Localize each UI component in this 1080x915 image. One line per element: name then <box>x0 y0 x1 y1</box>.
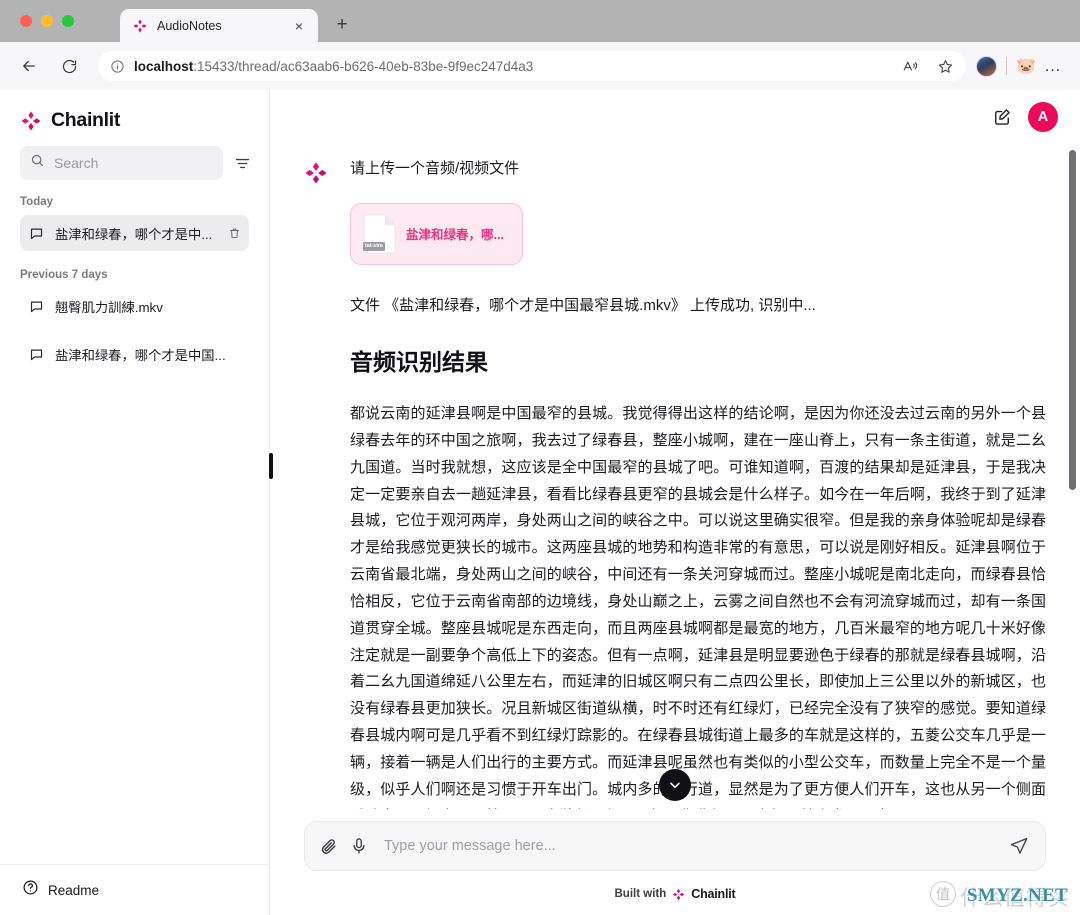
page-scrollbar-thumb[interactable] <box>1069 150 1076 490</box>
tab-title: AudioNotes <box>157 18 222 33</box>
url-path: :15433/thread/ac63aab6-b626-40eb-83be-9f… <box>193 58 534 74</box>
brand-header: Chainlit <box>0 90 269 146</box>
uploaded-file-card[interactable]: tat-stre 盐津和绿春，哪... <box>350 202 523 265</box>
thread-item-active[interactable]: 盐津和绿春，哪个才是中... <box>20 215 249 251</box>
message-composer[interactable] <box>304 821 1046 871</box>
window-traffic-lights <box>20 15 74 27</box>
footer-brand-name: Chainlit <box>691 887 736 901</box>
chat-bubble-icon <box>29 226 44 241</box>
thread-item[interactable]: 翹臀肌力訓練.mkv <box>20 288 249 324</box>
assistant-avatar-icon <box>304 161 328 185</box>
sidebar-resize-handle[interactable] <box>269 453 273 479</box>
thread-group-label: Previous 7 days <box>20 269 108 281</box>
favorite-star-icon[interactable] <box>932 53 958 79</box>
web-page: Chainlit Search Today 盐津和绿春，哪个才是中... Pre… <box>0 90 1080 915</box>
url-host: localhost <box>134 58 194 74</box>
reload-button[interactable] <box>54 51 84 81</box>
read-aloud-icon[interactable] <box>897 53 923 79</box>
browser-tab[interactable]: AudioNotes × <box>120 9 318 42</box>
assistant-message: 请上传一个音频/视频文件 tat-stre 盐津和绿春，哪... 文件 《盐津和… <box>304 158 1046 809</box>
close-window-button[interactable] <box>20 15 32 27</box>
filter-icon[interactable] <box>229 150 255 176</box>
close-tab-button[interactable]: × <box>290 17 308 35</box>
search-input[interactable]: Search <box>20 146 223 180</box>
extension-icon[interactable]: 🐷 <box>1016 56 1036 76</box>
chainlit-logo-icon <box>672 888 685 901</box>
readme-button[interactable]: Readme <box>0 864 269 915</box>
toolbar-right-cluster: 🐷 … <box>976 55 1066 77</box>
assistant-prompt-text: 请上传一个音频/视频文件 <box>350 160 520 177</box>
transcript-text: 都说云南的延津县啊是中国最窄的县城。我觉得得出这样的结论啊，是因为你还没去过云南… <box>350 405 1046 809</box>
attach-file-icon[interactable] <box>319 837 338 856</box>
uploaded-file-name: 盐津和绿春，哪... <box>406 228 504 242</box>
upload-status-text: 文件 《盐津和绿春，哪个才是中国最窄县城.mkv》 上传成功, 识别中... <box>350 296 816 314</box>
maximize-window-button[interactable] <box>62 15 74 27</box>
url-text: localhost:15433/thread/ac63aab6-b626-40e… <box>134 59 888 74</box>
chat-content: 请上传一个音频/视频文件 tat-stre 盐津和绿春，哪... 文件 《盐津和… <box>304 144 1046 809</box>
search-row: Search <box>0 146 269 180</box>
built-with-footer: Built with Chainlit <box>270 871 1080 915</box>
brand-name: Chainlit <box>51 109 121 131</box>
message-input[interactable] <box>380 838 997 854</box>
readme-label: Readme <box>48 882 100 898</box>
chat-bubble-icon <box>29 347 44 362</box>
profile-avatar[interactable] <box>976 55 998 77</box>
page-scrollbar[interactable] <box>1069 92 1076 913</box>
minimize-window-button[interactable] <box>41 15 53 27</box>
toolbar-divider <box>1006 57 1008 75</box>
thread-item[interactable]: 盐津和绿春，哪个才是中国... <box>20 336 249 372</box>
assistant-message-body: 请上传一个音频/视频文件 tat-stre 盐津和绿春，哪... 文件 《盐津和… <box>350 158 1046 809</box>
browser-window: AudioNotes × + localhost:15433/thread/ac… <box>0 0 1080 915</box>
help-circle-icon <box>22 879 39 901</box>
chainlit-logo-icon <box>132 18 148 34</box>
site-info-icon[interactable] <box>110 59 125 74</box>
thread-list: Today 盐津和绿春，哪个才是中... Previous 7 days 翹臀肌… <box>0 196 269 864</box>
search-icon <box>30 153 45 173</box>
microphone-icon[interactable] <box>350 837 368 855</box>
thread-group-label: Today <box>20 196 54 208</box>
search-placeholder: Search <box>54 155 99 171</box>
file-type-badge: tat-stre <box>363 242 385 251</box>
composer-area: Built with Chainlit <box>270 809 1080 915</box>
new-tab-button[interactable]: + <box>328 11 356 39</box>
back-button[interactable] <box>14 51 44 81</box>
address-bar[interactable]: localhost:15433/thread/ac63aab6-b626-40e… <box>98 51 967 81</box>
chat-scroll-area[interactable]: 请上传一个音频/视频文件 tat-stre 盐津和绿春，哪... 文件 《盐津和… <box>270 144 1080 809</box>
sidebar: Chainlit Search Today 盐津和绿春，哪个才是中... Pre… <box>0 90 270 915</box>
file-document-icon: tat-stre <box>363 214 396 254</box>
transcript-section-title: 音频识别结果 <box>350 349 488 375</box>
thread-item-label: 翹臀肌力訓練.mkv <box>55 299 163 315</box>
send-message-icon[interactable] <box>1009 836 1029 856</box>
tab-strip: AudioNotes × + <box>0 0 1080 42</box>
thread-item-label: 盐津和绿春，哪个才是中国... <box>55 347 226 363</box>
built-with-label: Built with <box>614 888 667 900</box>
thread-item-label: 盐津和绿春，哪个才是中... <box>55 226 213 242</box>
delete-thread-icon[interactable] <box>228 227 242 240</box>
user-avatar[interactable]: A <box>1028 102 1058 132</box>
browser-more-icon[interactable]: … <box>1040 56 1066 76</box>
new-chat-icon[interactable] <box>992 107 1012 127</box>
chainlit-logo-icon <box>20 110 42 132</box>
main-header: A <box>270 90 1080 144</box>
main-panel: A 请上传一个音频/视频文件 tat-stre 盐津和绿春，哪... 文件 《盐… <box>270 90 1080 915</box>
scroll-to-bottom-button[interactable] <box>659 769 691 801</box>
chat-bubble-icon <box>29 299 44 314</box>
browser-toolbar: localhost:15433/thread/ac63aab6-b626-40e… <box>0 42 1080 90</box>
